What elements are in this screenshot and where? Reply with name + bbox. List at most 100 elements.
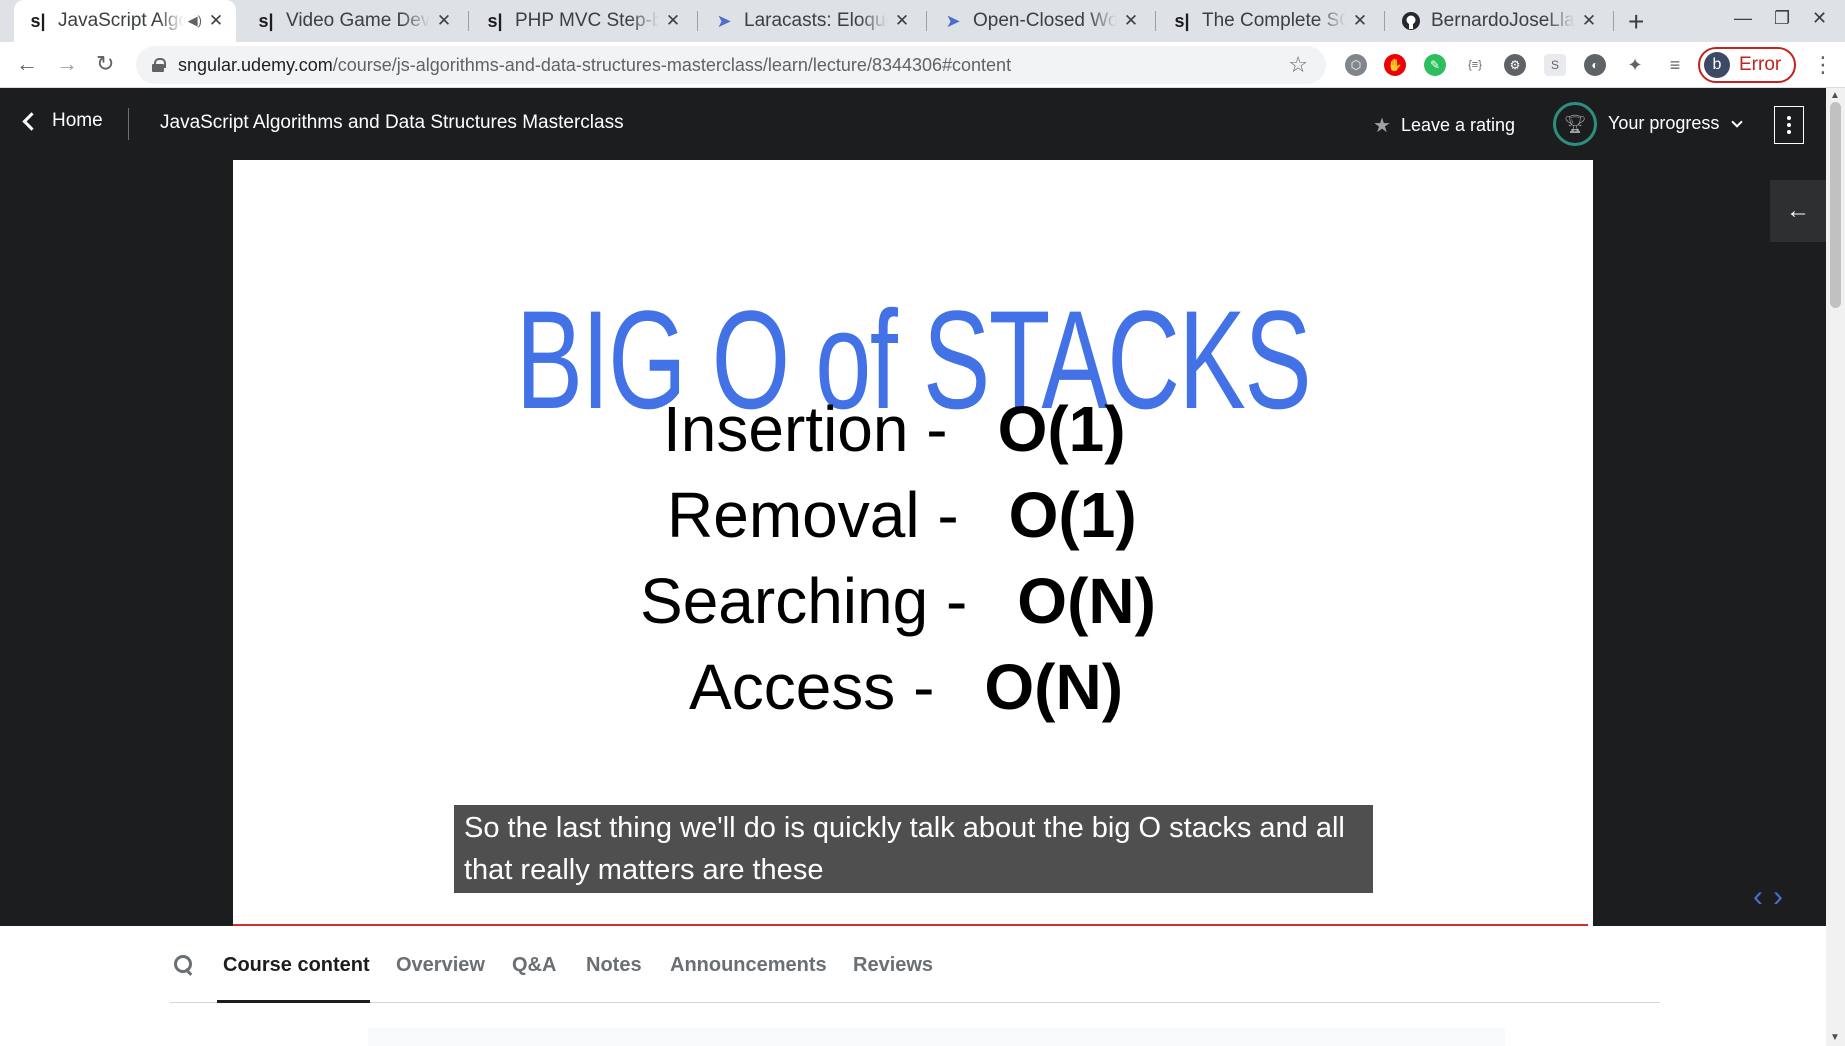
scroll-up-icon[interactable]: ▲ [1830, 90, 1840, 101]
active-tab-underline [217, 1000, 370, 1003]
row-value: O(1) [1008, 479, 1137, 551]
lock-icon[interactable] [152, 58, 166, 72]
tab-title: Open-Closed Workflow [973, 10, 1117, 31]
browser-tabstrip: s| JavaScript Algorithms and Data Struct… [0, 0, 1845, 42]
dark-mode-icon[interactable]: ◐ [1584, 54, 1606, 76]
chevron-left-icon [22, 111, 41, 131]
scrollbar-thumb[interactable] [1830, 102, 1841, 308]
page-scrollbar[interactable]: ▲ ▼ [1826, 88, 1845, 1046]
tab-title: Laracasts: Eloquent [744, 10, 888, 31]
browser-toolbar: ← → ↻ sngular.udemy.com/course/js-algori… [0, 42, 1845, 88]
tab-qa[interactable]: Q&A [512, 954, 556, 977]
udemy-favicon-icon: s| [487, 10, 503, 31]
minimize-icon[interactable]: — [1734, 8, 1752, 29]
paper-plane-icon: ➤ [945, 10, 961, 31]
your-progress-dropdown[interactable]: Your progress [1608, 113, 1744, 134]
forward-icon[interactable]: → [56, 51, 78, 77]
tab-separator [468, 11, 469, 31]
github-icon [1401, 11, 1421, 31]
udemy-favicon-icon: s| [30, 10, 46, 31]
tab-title: JavaScript Algorithms and Data Structure… [58, 10, 184, 31]
adblock-icon[interactable]: ✋ [1384, 54, 1406, 76]
leave-rating-label: Leave a rating [1400, 115, 1516, 135]
video-caption: So the last thing we'll do is quickly ta… [454, 805, 1373, 893]
course-content-panel [368, 1028, 1505, 1046]
row-label: Searching - [640, 565, 968, 637]
row-value: O(N) [984, 651, 1123, 723]
row-label: Insertion - [663, 393, 948, 465]
url-path: /course/js-algorithms-and-data-structure… [332, 54, 1012, 75]
profile-error-button[interactable]: b Error [1698, 47, 1796, 83]
tab-title: PHP MVC Step-by-Step [515, 10, 659, 31]
back-icon[interactable]: ← [16, 51, 38, 77]
progress-ring[interactable]: 🏆︎ [1553, 102, 1597, 146]
slide-row-removal: Removal - O(1) [667, 478, 1137, 552]
arrow-left-icon[interactable]: ← [1770, 180, 1826, 242]
tab-notes[interactable]: Notes [586, 954, 642, 977]
browser-tab-php-mvc[interactable]: s| PHP MVC Step-by-Step ✕ [471, 0, 693, 42]
browser-tab-laracasts[interactable]: ➤ Laracasts: Eloquent ✕ [700, 0, 922, 42]
speaker-icon[interactable]: ◀) [188, 13, 202, 29]
row-value: O(1) [997, 393, 1126, 465]
row-value: O(N) [1017, 565, 1156, 637]
chevron-right-icon: › [1773, 880, 1783, 913]
udemy-favicon-icon: s| [258, 10, 274, 31]
close-tab-icon[interactable]: ✕ [665, 11, 681, 31]
extension-cube-icon[interactable]: ⬡ [1345, 54, 1367, 76]
close-tab-icon[interactable]: ✕ [894, 11, 910, 31]
home-label: Home [52, 110, 103, 131]
leave-rating-button[interactable]: ★ Leave a rating [1373, 113, 1515, 138]
tab-reviews[interactable]: Reviews [853, 954, 933, 977]
chevron-left-icon: ‹ [1753, 880, 1763, 913]
url-host: sngular.udemy.com [178, 54, 333, 75]
header-divider [128, 108, 129, 140]
slide-row-access: Access - O(N) [689, 650, 1123, 724]
tab-overview[interactable]: Overview [396, 954, 485, 977]
tab-announcements[interactable]: Announcements [670, 954, 827, 977]
media-queue-icon[interactable]: ≡ [1664, 54, 1686, 76]
address-bar[interactable]: sngular.udemy.com/course/js-algorithms-a… [136, 46, 1326, 84]
row-label: Access - [689, 651, 935, 723]
profile-status: Error [1739, 54, 1782, 75]
close-window-icon[interactable]: ✕ [1812, 8, 1827, 29]
course-tabs: Course content Overview Q&A Notes Announ… [170, 926, 1660, 1003]
course-title[interactable]: JavaScript Algorithms and Data Structure… [160, 112, 624, 134]
gear-extension-icon[interactable]: ⚙ [1504, 54, 1526, 76]
browser-tab-open-closed[interactable]: ➤ Open-Closed Workflow ✕ [929, 0, 1151, 42]
more-options-button[interactable] [1774, 106, 1804, 144]
udemy-favicon-icon: s| [1174, 10, 1190, 31]
tab-title: The Complete SQL [1202, 10, 1346, 31]
tab-separator [697, 11, 698, 31]
close-tab-icon[interactable]: ✕ [436, 11, 452, 31]
video-player[interactable]: BIG O of STACKS Insertion - O(1) Removal … [0, 160, 1826, 926]
avatar: b [1704, 52, 1730, 78]
paper-plane-icon: ➤ [716, 10, 732, 31]
row-label: Removal - [667, 479, 959, 551]
chevron-down-icon [1731, 115, 1744, 128]
scroll-down-icon[interactable]: ▼ [1830, 1032, 1840, 1043]
s-extension-icon[interactable]: S [1544, 54, 1566, 76]
evernote-icon[interactable]: ✎ [1424, 54, 1446, 76]
restore-icon[interactable]: ❐ [1774, 8, 1790, 29]
browser-tab-github[interactable]: BernardoJoseLlamas ✕ [1387, 0, 1609, 42]
browser-tab-complete-sql[interactable]: s| The Complete SQL ✕ [1158, 0, 1380, 42]
browser-tab-javascript-algorithms[interactable]: s| JavaScript Algorithms and Data Struct… [14, 0, 236, 42]
search-icon[interactable] [174, 955, 194, 975]
your-progress-label: Your progress [1608, 113, 1720, 133]
browser-tab-video-game[interactable]: s| Video Game Development ✕ [242, 0, 464, 42]
close-tab-icon[interactable]: ✕ [1581, 11, 1597, 31]
close-tab-icon[interactable]: ✕ [1123, 11, 1139, 31]
home-link[interactable]: Home [20, 110, 103, 132]
new-tab-icon[interactable]: + [1628, 6, 1644, 38]
tab-separator [1155, 11, 1156, 31]
tab-course-content[interactable]: Course content [223, 954, 370, 977]
reload-icon[interactable]: ↻ [96, 51, 114, 77]
tab-title: BernardoJoseLlamas [1431, 10, 1575, 31]
json-viewer-icon[interactable]: {≡} [1464, 54, 1486, 76]
close-tab-icon[interactable]: ✕ [1352, 11, 1368, 31]
extensions-puzzle-icon[interactable]: ✦ [1624, 54, 1646, 76]
course-header: Home JavaScript Algorithms and Data Stru… [0, 88, 1826, 160]
close-tab-icon[interactable]: ✕ [208, 11, 224, 31]
chrome-menu-icon[interactable]: ⋮ [1812, 52, 1834, 78]
bookmark-star-icon[interactable]: ☆ [1288, 52, 1308, 78]
